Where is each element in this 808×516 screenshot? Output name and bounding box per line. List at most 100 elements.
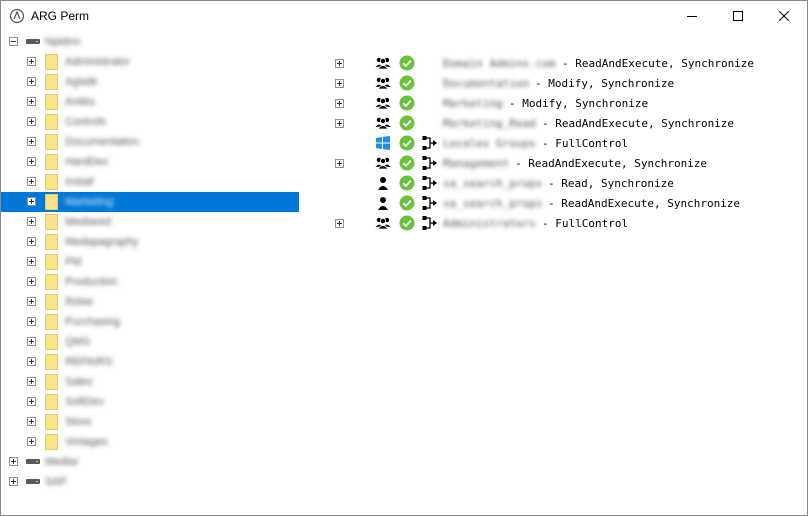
tree-root-item[interactable]: Nptdnn <box>1 32 299 52</box>
tree-folder-item[interactable]: REPAIRS <box>1 352 299 372</box>
expand-icon[interactable] <box>27 197 36 206</box>
expand-icon[interactable] <box>27 297 36 306</box>
expand-icon[interactable] <box>335 79 344 88</box>
expand-icon[interactable] <box>335 219 344 228</box>
expand-icon[interactable] <box>335 119 344 128</box>
tree-root-item[interactable]: SAP <box>1 472 299 492</box>
tree-folder-item[interactable]: HardDev <box>1 152 299 172</box>
permission-entry[interactable]: Marketing_Read - ReadAndExecute, Synchron… <box>331 113 801 133</box>
minimize-icon <box>687 11 697 21</box>
expand-icon[interactable] <box>27 117 36 126</box>
folder-icon <box>45 394 58 410</box>
expand-icon[interactable] <box>27 377 36 386</box>
folder-icon <box>45 54 58 70</box>
tree-folder-item[interactable]: SoftDev <box>1 392 299 412</box>
tree-folder-item[interactable]: Store <box>1 412 299 432</box>
expand-icon[interactable] <box>27 437 36 446</box>
expand-icon[interactable] <box>27 77 36 86</box>
permission-entry[interactable]: sa_search_props - ReadAndExecute, Synchro… <box>331 193 801 213</box>
principal-name: Documentation <box>443 77 530 90</box>
minimize-button[interactable] <box>669 1 715 31</box>
permission-entry[interactable]: sa_search_props - Read, Synchronize <box>331 173 801 193</box>
tree-item-label: Agistik <box>65 76 98 88</box>
permission-text: - FullControl <box>542 217 629 230</box>
tree-folder-item[interactable]: Purchasing <box>1 312 299 332</box>
permission-text: - ReadAndExecute, Synchronize <box>515 157 708 170</box>
permission-entry[interactable]: Domain Admins.com - ReadAndExecute, Synch… <box>331 53 801 73</box>
inherit-icon <box>422 155 438 171</box>
tree-folder-item[interactable]: Vintages <box>1 432 299 452</box>
group-icon <box>375 215 391 231</box>
tree-folder-item[interactable]: Mediared <box>1 212 299 232</box>
tree-item-label: Marketing <box>65 196 114 208</box>
group-icon <box>375 155 391 171</box>
folder-icon <box>45 374 58 390</box>
group-icon <box>375 75 391 91</box>
maximize-button[interactable] <box>715 1 761 31</box>
inherit-icon <box>422 215 438 231</box>
check-icon <box>399 195 415 211</box>
permission-entry[interactable]: Documentation - Modify, Synchronize <box>331 73 801 93</box>
tree-folder-item[interactable]: Sales <box>1 372 299 392</box>
expand-icon[interactable] <box>27 397 36 406</box>
principal-name: Administrators <box>443 217 536 230</box>
permission-text: - FullControl <box>542 137 629 150</box>
folder-icon <box>45 174 58 190</box>
expand-icon[interactable] <box>27 177 36 186</box>
tree-folder-item[interactable]: Documentation <box>1 132 299 152</box>
tree-item-label: Antiks <box>65 96 95 108</box>
permission-entry[interactable]: Administrators - FullControl <box>331 213 801 233</box>
group-icon <box>375 55 391 71</box>
group-icon <box>375 115 391 131</box>
expand-icon[interactable] <box>27 57 36 66</box>
expand-icon[interactable] <box>27 257 36 266</box>
expand-icon[interactable] <box>27 237 36 246</box>
tree-folder-item[interactable]: Administrator <box>1 52 299 72</box>
expand-icon[interactable] <box>27 317 36 326</box>
title-bar[interactable]: ARG Perm <box>1 1 807 31</box>
inherit-icon <box>422 175 438 191</box>
tree-folder-item[interactable]: Production <box>1 272 299 292</box>
expand-icon[interactable] <box>27 97 36 106</box>
principal-name: sa_search_props <box>443 197 543 210</box>
tree-item-label: Controls <box>65 116 106 128</box>
tree-folder-item[interactable]: Antiks <box>1 92 299 112</box>
expand-icon[interactable] <box>27 137 36 146</box>
expand-icon[interactable] <box>335 59 344 68</box>
expand-icon[interactable] <box>27 417 36 426</box>
folder-icon <box>45 134 58 150</box>
folder-tree[interactable]: Nptdnn Administrator Agistik Antiks Controls… <box>1 32 301 515</box>
tree-item-label: Purchasing <box>65 316 121 328</box>
tree-folder-item[interactable]: QMS <box>1 332 299 352</box>
inherit-icon <box>422 195 438 211</box>
expand-icon[interactable] <box>27 217 36 226</box>
tree-folder-item[interactable]: PM <box>1 252 299 272</box>
drive-icon <box>26 459 40 464</box>
expand-icon[interactable] <box>9 477 18 486</box>
tree-folder-item[interactable]: Marketing <box>1 192 299 212</box>
tree-root-item[interactable]: Mediar <box>1 452 299 472</box>
tree-item-label: Documentation <box>65 136 139 148</box>
permission-entry[interactable]: Marketing - Modify, Synchronize <box>331 93 801 113</box>
expand-icon[interactable] <box>27 357 36 366</box>
expand-icon[interactable] <box>27 157 36 166</box>
tree-folder-item[interactable]: Rolse <box>1 292 299 312</box>
folder-icon <box>45 214 58 230</box>
expand-icon[interactable] <box>27 277 36 286</box>
permission-entry[interactable]: Locales Groups - FullControl <box>331 133 801 153</box>
expand-icon[interactable] <box>335 159 344 168</box>
tree-folder-item[interactable]: Medapagraphy <box>1 232 299 252</box>
tree-folder-item[interactable]: Install <box>1 172 299 192</box>
collapse-icon[interactable] <box>9 37 18 46</box>
expand-icon[interactable] <box>9 457 18 466</box>
permission-entry[interactable]: Management - ReadAndExecute, Synchronize <box>331 153 801 173</box>
expand-icon[interactable] <box>335 99 344 108</box>
folder-icon <box>45 194 58 210</box>
tree-folder-item[interactable]: Controls <box>1 112 299 132</box>
close-icon <box>779 11 789 21</box>
tree-folder-item[interactable]: Agistik <box>1 72 299 92</box>
close-button[interactable] <box>761 1 807 31</box>
expand-icon[interactable] <box>27 337 36 346</box>
principal-name: Management <box>443 157 510 170</box>
tree-item-label: Mediar <box>45 456 79 468</box>
